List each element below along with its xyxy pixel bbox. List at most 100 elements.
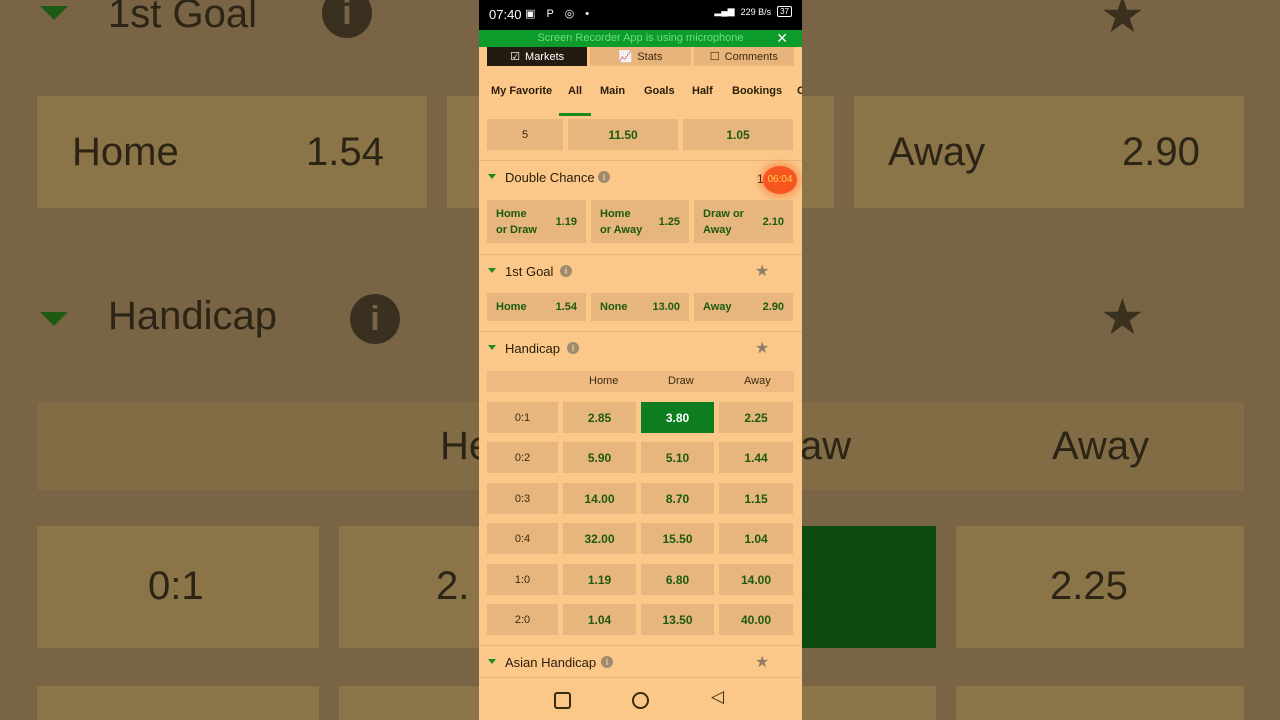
bg-collapse-icon (40, 312, 68, 326)
bg-info-icon: i (350, 294, 400, 344)
favorite-star-icon[interactable]: ★ (755, 261, 769, 281)
close-icon[interactable]: ✕ (776, 30, 788, 47)
handicap-line-label: 0:4 (487, 523, 558, 554)
bg-star-icon: ★ (1100, 0, 1145, 43)
divider (479, 254, 802, 255)
top-tabs: ☑ Markets 📈 Stats ☐ Comments (487, 47, 794, 66)
favorite-star-icon[interactable]: ★ (755, 338, 769, 358)
odds-button-none[interactable]: None 13.00 (591, 293, 689, 321)
odds-button-home-or-away[interactable]: Home or Away 1.25 (591, 200, 689, 243)
status-right: ▂▄▆ 229 B/s 37 (714, 6, 792, 17)
bg-row-label: 0:1 (148, 564, 204, 608)
bg-cell (956, 686, 1244, 720)
info-icon[interactable]: i (567, 342, 579, 354)
info-icon[interactable]: i (560, 265, 572, 277)
section-header-first-goal[interactable]: 1st Goal i ★ (479, 257, 802, 287)
phone-screen: 07:40 ▣ P ◎ • ▂▄▆ 229 B/s 37 Screen Reco… (479, 0, 802, 720)
tab-label: Comments (724, 50, 778, 63)
section-title: 1st Goal (505, 264, 554, 279)
bg-cell-away: 2.25 (1050, 564, 1128, 608)
odds-cell[interactable]: 15.50 (641, 523, 714, 554)
recording-timer-bubble[interactable]: 06:04 (763, 166, 797, 194)
odds-value: 1.54 (555, 301, 577, 313)
section-header-asian-handicap[interactable]: Asian Handicap i ★ (479, 648, 802, 678)
category-tab-bookings[interactable]: Bookings (732, 85, 782, 97)
partial-row-label: 5 (487, 119, 563, 150)
category-tab-half[interactable]: Half (692, 85, 713, 97)
odds-label: Home or Away (600, 207, 643, 236)
bg-col-draw: aw (800, 424, 852, 468)
category-tab-more[interactable]: C (797, 85, 802, 97)
category-tab-main[interactable]: Main (600, 85, 625, 97)
bg-away-label: Away (888, 130, 986, 174)
section-header-double-chance[interactable]: Double Chance i (479, 163, 802, 193)
bg-cell (802, 686, 936, 720)
bg-collapse-icon (40, 6, 68, 20)
odds-cell[interactable]: 1.04 (563, 604, 636, 635)
collapse-icon (488, 659, 496, 664)
odds-label: Draw or Away (703, 207, 744, 236)
odds-cell[interactable]: 5.90 (563, 442, 636, 473)
odds-cell[interactable]: 32.00 (563, 523, 636, 554)
tab-label: Stats (637, 50, 663, 63)
column-header-home: Home (589, 375, 619, 387)
odds-cell[interactable]: 1.15 (719, 483, 793, 514)
collapse-icon (488, 345, 496, 350)
odds-cell[interactable]: 2.25 (719, 402, 793, 433)
odds-label: Home (496, 301, 527, 313)
odds-cell[interactable]: 1.05 (683, 119, 793, 150)
odds-cell[interactable]: 11.50 (568, 119, 678, 150)
odds-button-home-or-draw[interactable]: Home or Draw 1.19 (487, 200, 586, 243)
odds-button-home[interactable]: Home 1.54 (487, 293, 586, 321)
odds-cell[interactable]: 8.70 (641, 483, 714, 514)
category-tab-goals[interactable]: Goals (644, 85, 675, 97)
favorite-star-icon[interactable]: ★ (755, 652, 769, 672)
handicap-line-label: 0:1 (487, 402, 558, 433)
odds-button-draw-or-away[interactable]: Draw or Away 2.10 (694, 200, 793, 243)
bg-cell (339, 686, 479, 720)
odds-cell[interactable]: 14.00 (719, 564, 793, 595)
bg-goal-title: 1st Goal (108, 0, 257, 36)
odds-cell[interactable]: 40.00 (719, 604, 793, 635)
odds-cell[interactable]: 2.85 (563, 402, 636, 433)
tab-stats[interactable]: 📈 Stats (590, 47, 691, 66)
handicap-line-label: 0:2 (487, 442, 558, 473)
bg-header-row (37, 402, 479, 490)
odds-button-away[interactable]: Away 2.90 (694, 293, 793, 321)
odds-cell[interactable]: 1.44 (719, 442, 793, 473)
checkbox-icon: ☑ (510, 51, 521, 63)
bg-cell (37, 686, 319, 720)
category-tab-my-favorite[interactable]: My Favorite (491, 85, 552, 97)
info-icon[interactable]: i (601, 656, 613, 668)
section-title: Handicap (505, 341, 560, 356)
recents-icon[interactable] (554, 692, 571, 709)
recorder-banner-text: Screen Recorder App is using microphone (537, 32, 744, 44)
odds-cell[interactable]: 5.10 (641, 442, 714, 473)
handicap-line-label: 0:3 (487, 483, 558, 514)
bg-handicap-title: Handicap (108, 294, 278, 338)
odds-cell[interactable]: 6.80 (641, 564, 714, 595)
odds-value: 13.00 (652, 301, 680, 313)
tab-markets[interactable]: ☑ Markets (487, 47, 588, 66)
back-icon[interactable]: ◁ (711, 687, 724, 707)
odds-value: 2.10 (762, 215, 784, 228)
tab-comments[interactable]: ☐ Comments (693, 47, 794, 66)
odds-cell-selected[interactable]: 3.80 (641, 402, 714, 433)
system-nav-bar: ◁ (479, 677, 802, 720)
odds-label: None (600, 301, 628, 313)
handicap-column-headers: Home Draw Away (487, 371, 794, 392)
odds-cell[interactable]: 1.04 (719, 523, 793, 554)
handicap-line-label: 1:0 (487, 564, 558, 595)
odds-cell[interactable]: 14.00 (563, 483, 636, 514)
battery-icon: 37 (777, 6, 792, 17)
info-icon[interactable]: i (598, 171, 610, 183)
status-bar: 07:40 ▣ P ◎ • ▂▄▆ 229 B/s 37 (479, 0, 802, 30)
odds-cell[interactable]: 1.19 (563, 564, 636, 595)
bg-star-icon: ★ (1100, 289, 1145, 345)
home-icon[interactable] (632, 692, 649, 709)
comment-icon: ☐ (709, 51, 720, 63)
odds-cell[interactable]: 13.50 (641, 604, 714, 635)
category-tab-all[interactable]: All (568, 85, 582, 97)
section-header-handicap[interactable]: Handicap i ★ (479, 334, 802, 364)
collapse-icon (488, 268, 496, 273)
